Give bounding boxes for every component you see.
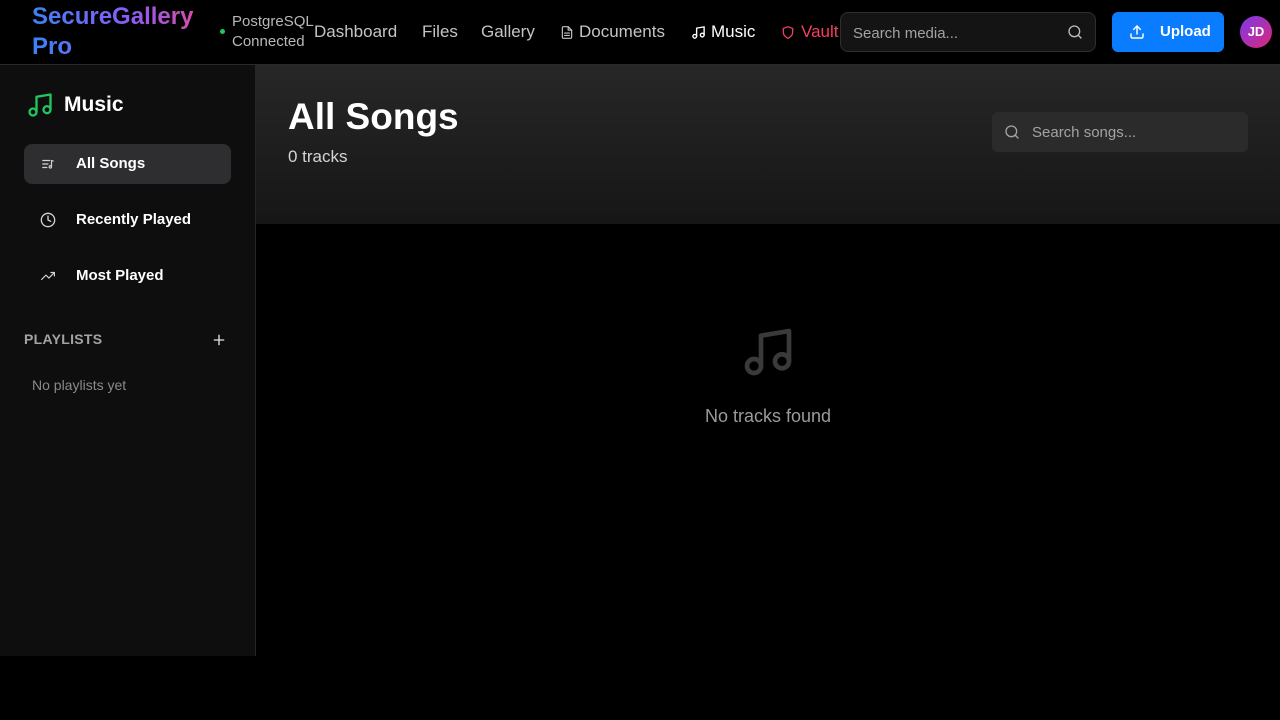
playlists-header: PLAYLISTS [24, 330, 231, 350]
nav-documents-label: Documents [579, 22, 665, 41]
songs-header: All Songs 0 tracks [256, 65, 1280, 224]
music-sidebar: Music All Songs Recently Played Most Pla… [0, 65, 256, 656]
sidebar-item-label: All Songs [76, 155, 146, 172]
song-search-box [992, 112, 1248, 152]
music-note-icon [692, 26, 705, 39]
database-status-text: PostgreSQL Connected [232, 13, 314, 50]
song-search-input[interactable] [1032, 121, 1232, 143]
nav-vault-label: Vault [801, 22, 839, 41]
track-count: 0 tracks [288, 147, 348, 166]
media-search-box [840, 12, 1096, 52]
nav-files-label: Files [422, 22, 458, 41]
empty-state-message: No tracks found [704, 406, 832, 426]
main-nav-viewport: Dashboard Files Gallery Documents Music [314, 14, 840, 54]
sidebar-title: Music [64, 93, 124, 116]
nav-music-label: Music [711, 22, 756, 41]
search-icon [1005, 125, 1019, 139]
add-playlist-icon[interactable] [211, 332, 227, 348]
playlists-heading: PLAYLISTS [24, 331, 103, 347]
status-dot-icon [220, 29, 225, 34]
upload-button[interactable]: Upload [1112, 12, 1224, 52]
page-title: All Songs [288, 96, 459, 137]
search-icon[interactable] [1067, 24, 1083, 40]
sidebar-item-label: Most Played [76, 267, 164, 284]
upload-icon [1130, 25, 1144, 39]
playlists-empty-text: No playlists yet [32, 377, 127, 393]
shield-icon [782, 26, 794, 39]
trending-up-icon [41, 271, 56, 281]
music-note-icon [744, 328, 792, 376]
nav-gallery-label: Gallery [481, 22, 535, 41]
user-avatar[interactable]: JD [1240, 16, 1272, 48]
file-text-icon [561, 26, 573, 39]
clock-icon [40, 212, 56, 228]
upload-button-label: Upload [1160, 23, 1211, 40]
music-note-icon [28, 93, 52, 117]
brand-logo[interactable]: SecureGallery Pro [32, 2, 212, 62]
top-navigation-bar: SecureGallery Pro PostgreSQL Connected D… [0, 0, 1280, 65]
nav-dashboard-label: Dashboard [314, 22, 398, 41]
sidebar-item-label: Recently Played [76, 211, 192, 228]
sidebar-item-all-songs[interactable]: All Songs [24, 144, 231, 184]
sidebar-item-most-played[interactable]: Most Played [24, 256, 231, 296]
sidebar-item-recently-played[interactable]: Recently Played [24, 200, 231, 240]
list-music-icon [42, 159, 54, 169]
tracks-empty-state: No tracks found [256, 224, 1280, 656]
media-search-input[interactable] [853, 22, 1053, 44]
